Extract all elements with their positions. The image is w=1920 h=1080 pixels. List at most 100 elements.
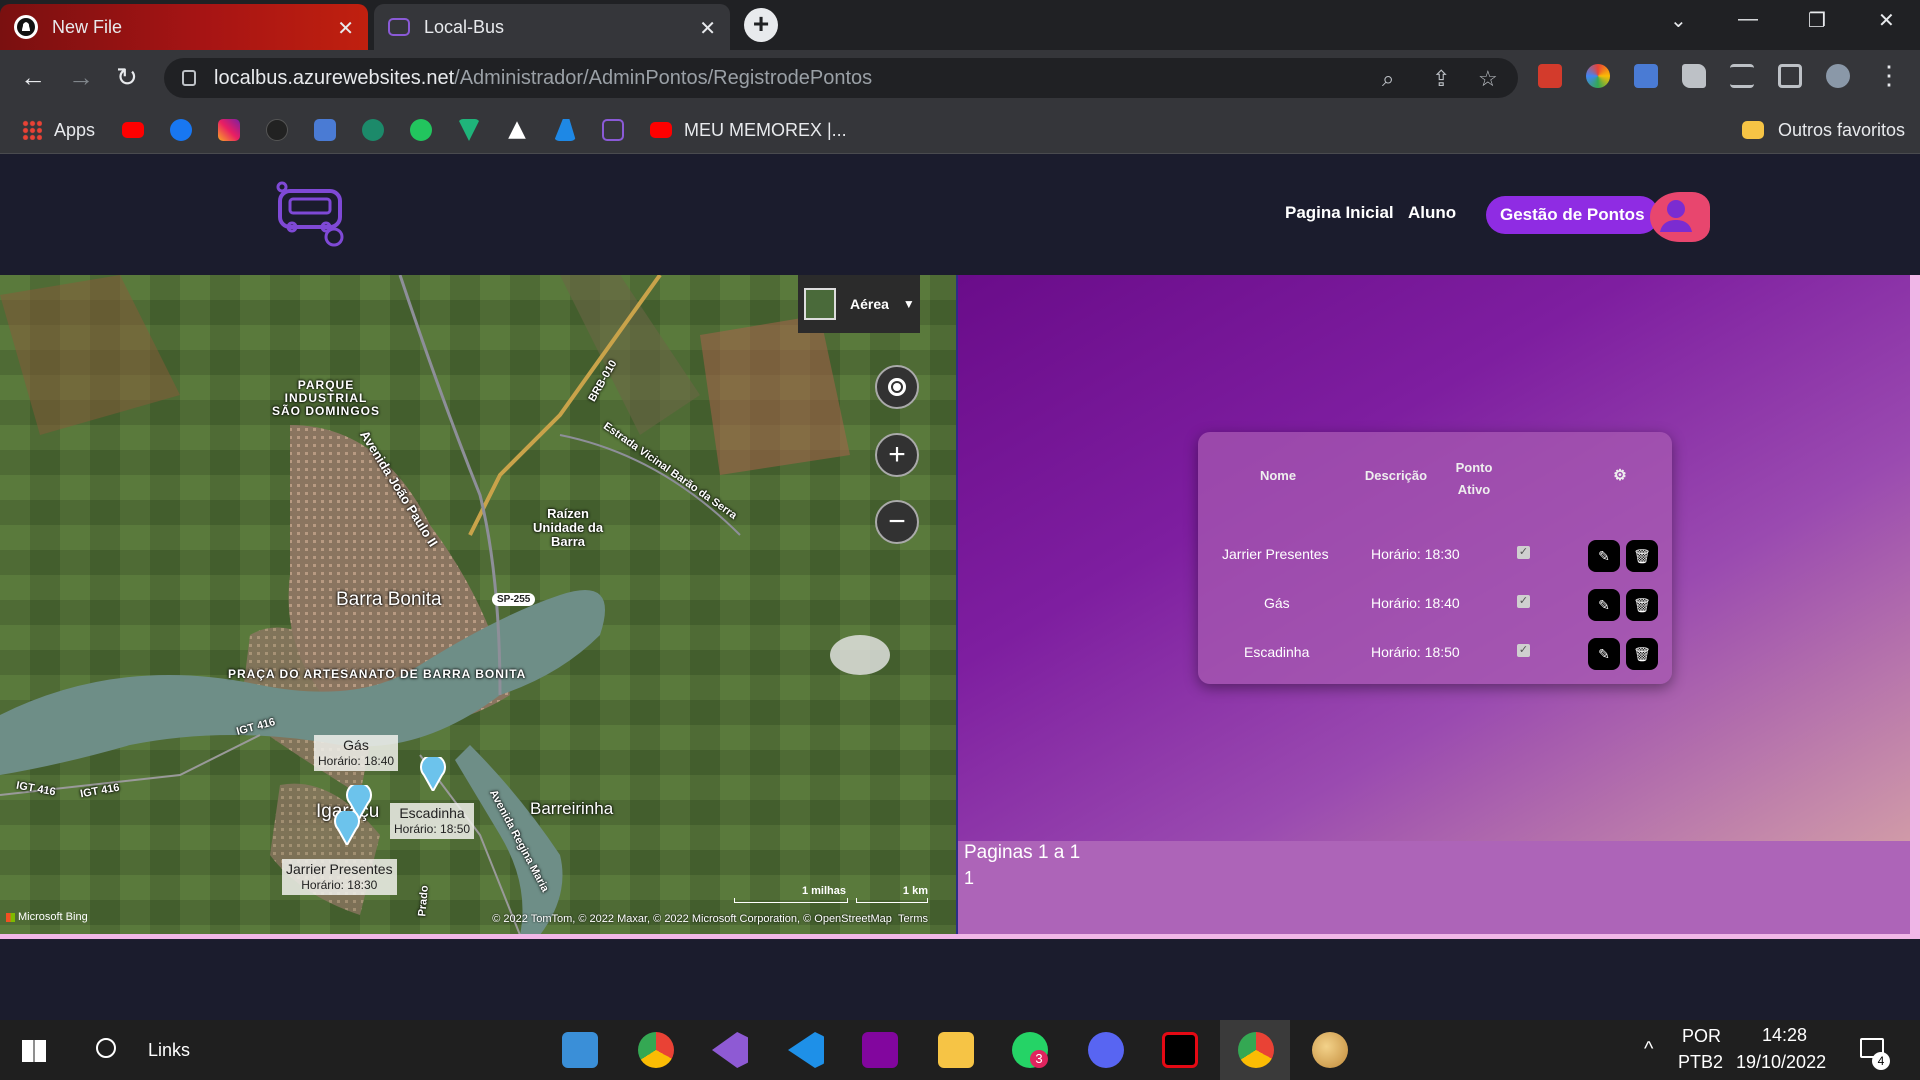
visual-studio-icon[interactable] <box>712 1032 748 1068</box>
discord-icon[interactable] <box>1088 1032 1124 1068</box>
input-language[interactable]: POR <box>1682 1026 1721 1047</box>
nubank-icon[interactable] <box>862 1032 898 1068</box>
map-label-barreirinha: Barreirinha <box>530 799 614 818</box>
zoom-in-icon[interactable]: + <box>875 433 919 477</box>
aerial-map-image <box>0 275 956 935</box>
site-bookmark-icon[interactable] <box>362 118 384 142</box>
site-header: Pagina Inicial Aluno Gestão de Pontos <box>0 155 1920 275</box>
close-tab-icon[interactable]: ✕ <box>699 16 716 41</box>
map-label-praca: PRAÇA DO ARTESANATO DE BARRA BONITA <box>228 667 527 681</box>
translate-bookmark-icon[interactable] <box>314 118 336 142</box>
edit-pencil-icon[interactable]: ✎ <box>1588 540 1620 572</box>
terms-link[interactable]: Terms <box>898 913 928 925</box>
netflix-icon[interactable] <box>1162 1032 1198 1068</box>
side-panel-icon[interactable] <box>1778 64 1802 88</box>
locate-me-icon[interactable] <box>875 365 919 409</box>
vuetify-icon[interactable] <box>458 118 480 142</box>
delete-trash-icon[interactable]: 🗑 <box>1626 589 1658 621</box>
zoom-icon[interactable]: ⌕ <box>1382 66 1394 92</box>
whatsapp-badge: 3 <box>1030 1050 1048 1068</box>
points-panel: Nome Descrição Ponto Ativo ⚙ Jarrier Pres… <box>958 275 1910 841</box>
header-nome: Nome <box>1259 468 1297 483</box>
tab-search-icon[interactable]: ⌄ <box>1670 8 1687 33</box>
reading-list-icon[interactable] <box>1730 64 1754 88</box>
chrome-icon[interactable] <box>638 1032 674 1068</box>
url-path: /Administrador/AdminPontos/RegistrodePon… <box>454 66 873 89</box>
pagination-summary: Paginas 1 a 1 <box>964 842 1081 863</box>
vscode-icon[interactable] <box>788 1032 824 1068</box>
control-panel-icon[interactable] <box>562 1032 598 1068</box>
tab-title: Local-Bus <box>424 16 505 37</box>
gmail-extension-icon[interactable] <box>1538 64 1562 88</box>
tab-local-bus[interactable]: Local-Bus ✕ <box>374 4 730 50</box>
localbus-logo[interactable] <box>276 181 350 253</box>
search-icon[interactable] <box>96 1038 116 1058</box>
azure-icon[interactable] <box>554 118 576 142</box>
share-icon[interactable]: ⇪ <box>1432 66 1450 92</box>
bookmark-apps[interactable]: Apps <box>22 118 95 142</box>
map-pin-escadinha[interactable] <box>420 757 446 791</box>
close-window-icon[interactable]: ✕ <box>1878 8 1895 33</box>
row-ativo-checkbox[interactable]: ✓ <box>1517 644 1530 657</box>
delete-trash-icon[interactable]: 🗑 <box>1626 540 1658 572</box>
triangle-icon[interactable] <box>506 118 528 142</box>
profile-avatar[interactable] <box>1826 64 1850 88</box>
tray-chevron-icon[interactable]: ^ <box>1644 1038 1653 1061</box>
keyboard-layout[interactable]: PTB2 <box>1678 1052 1723 1073</box>
nav-gestao-de-pontos[interactable]: Gestão de Pontos <box>1486 196 1659 234</box>
map-label-barra-bonita: Barra Bonita <box>336 589 442 610</box>
bookmark-outros-favoritos[interactable]: Outros favoritos <box>1742 118 1905 142</box>
microsoft-logo-icon <box>6 912 15 922</box>
bookmark-label: Outros favoritos <box>1778 119 1906 140</box>
localbus-bookmark-icon[interactable] <box>602 118 624 142</box>
pagination: Paginas 1 a 1 1 <box>958 841 1910 934</box>
clock-date[interactable]: 19/10/2022 <box>1736 1052 1826 1073</box>
github-bookmark-icon[interactable] <box>266 118 288 142</box>
facebook-icon[interactable] <box>170 118 192 142</box>
scale-bar-miles <box>734 898 848 903</box>
translate-extension-icon[interactable] <box>1634 64 1658 88</box>
lock-icon <box>182 70 196 86</box>
chrome-menu-icon[interactable]: ⋮ <box>1876 60 1902 91</box>
green-play-icon[interactable] <box>410 118 432 142</box>
tab-new-file[interactable]: New File ✕ <box>0 4 368 50</box>
instagram-icon[interactable] <box>218 118 240 142</box>
delete-trash-icon[interactable]: 🗑 <box>1626 638 1658 670</box>
edit-pencil-icon[interactable]: ✎ <box>1588 638 1620 670</box>
taskbar-search-label[interactable]: Links <box>148 1040 190 1061</box>
minimize-icon[interactable]: — <box>1738 8 1758 31</box>
github-icon <box>14 15 38 39</box>
close-tab-icon[interactable]: ✕ <box>337 16 354 41</box>
chrome-profile-icon[interactable] <box>1238 1032 1274 1068</box>
row-ativo-checkbox[interactable]: ✓ <box>1517 546 1530 559</box>
map-pin-jarrier[interactable] <box>334 811 360 845</box>
windows-start-icon[interactable] <box>22 1040 46 1062</box>
back-icon[interactable]: ← <box>20 62 46 93</box>
file-explorer-icon[interactable] <box>938 1032 974 1068</box>
zoom-out-icon[interactable]: − <box>875 500 919 544</box>
copyright-text: © 2022 TomTom, © 2022 Maxar, © 2022 Micr… <box>492 913 892 925</box>
nav-aluno[interactable]: Aluno <box>1408 203 1456 223</box>
row-ativo-checkbox[interactable]: ✓ <box>1517 595 1530 608</box>
color-extension-icon[interactable] <box>1586 64 1610 88</box>
youtube-icon[interactable] <box>122 118 144 142</box>
tab-title: New File <box>52 16 123 37</box>
edit-pencil-icon[interactable]: ✎ <box>1588 589 1620 621</box>
extensions-puzzle-icon[interactable] <box>1682 64 1706 88</box>
bing-label: Microsoft Bing <box>18 911 88 923</box>
clock-time[interactable]: 14:28 <box>1762 1025 1807 1046</box>
nav-pagina-inicial[interactable]: Pagina Inicial <box>1285 203 1394 223</box>
settings-gear-icon: ⚙ <box>1613 467 1627 484</box>
url-bar[interactable]: localbus.azurewebsites.net/Administrador… <box>164 58 1518 98</box>
bookmark-star-icon[interactable]: ☆ <box>1478 66 1498 92</box>
page-link-1[interactable]: 1 <box>964 868 974 889</box>
reload-icon[interactable]: ↻ <box>116 62 138 93</box>
restore-icon[interactable]: ❐ <box>1808 8 1826 33</box>
user-avatar[interactable] <box>1650 192 1710 242</box>
forward-icon[interactable]: → <box>68 62 94 93</box>
new-tab-button[interactable]: + <box>744 8 778 42</box>
map-view[interactable]: PARQUE INDUSTRIAL SÃO DOMINGOS Avenida Joã… <box>0 275 956 935</box>
paint-icon[interactable] <box>1312 1032 1348 1068</box>
bookmark-memorex[interactable]: MEU MEMOREX |... <box>650 118 847 142</box>
map-style-selector[interactable]: Aérea ▼ <box>798 275 920 333</box>
